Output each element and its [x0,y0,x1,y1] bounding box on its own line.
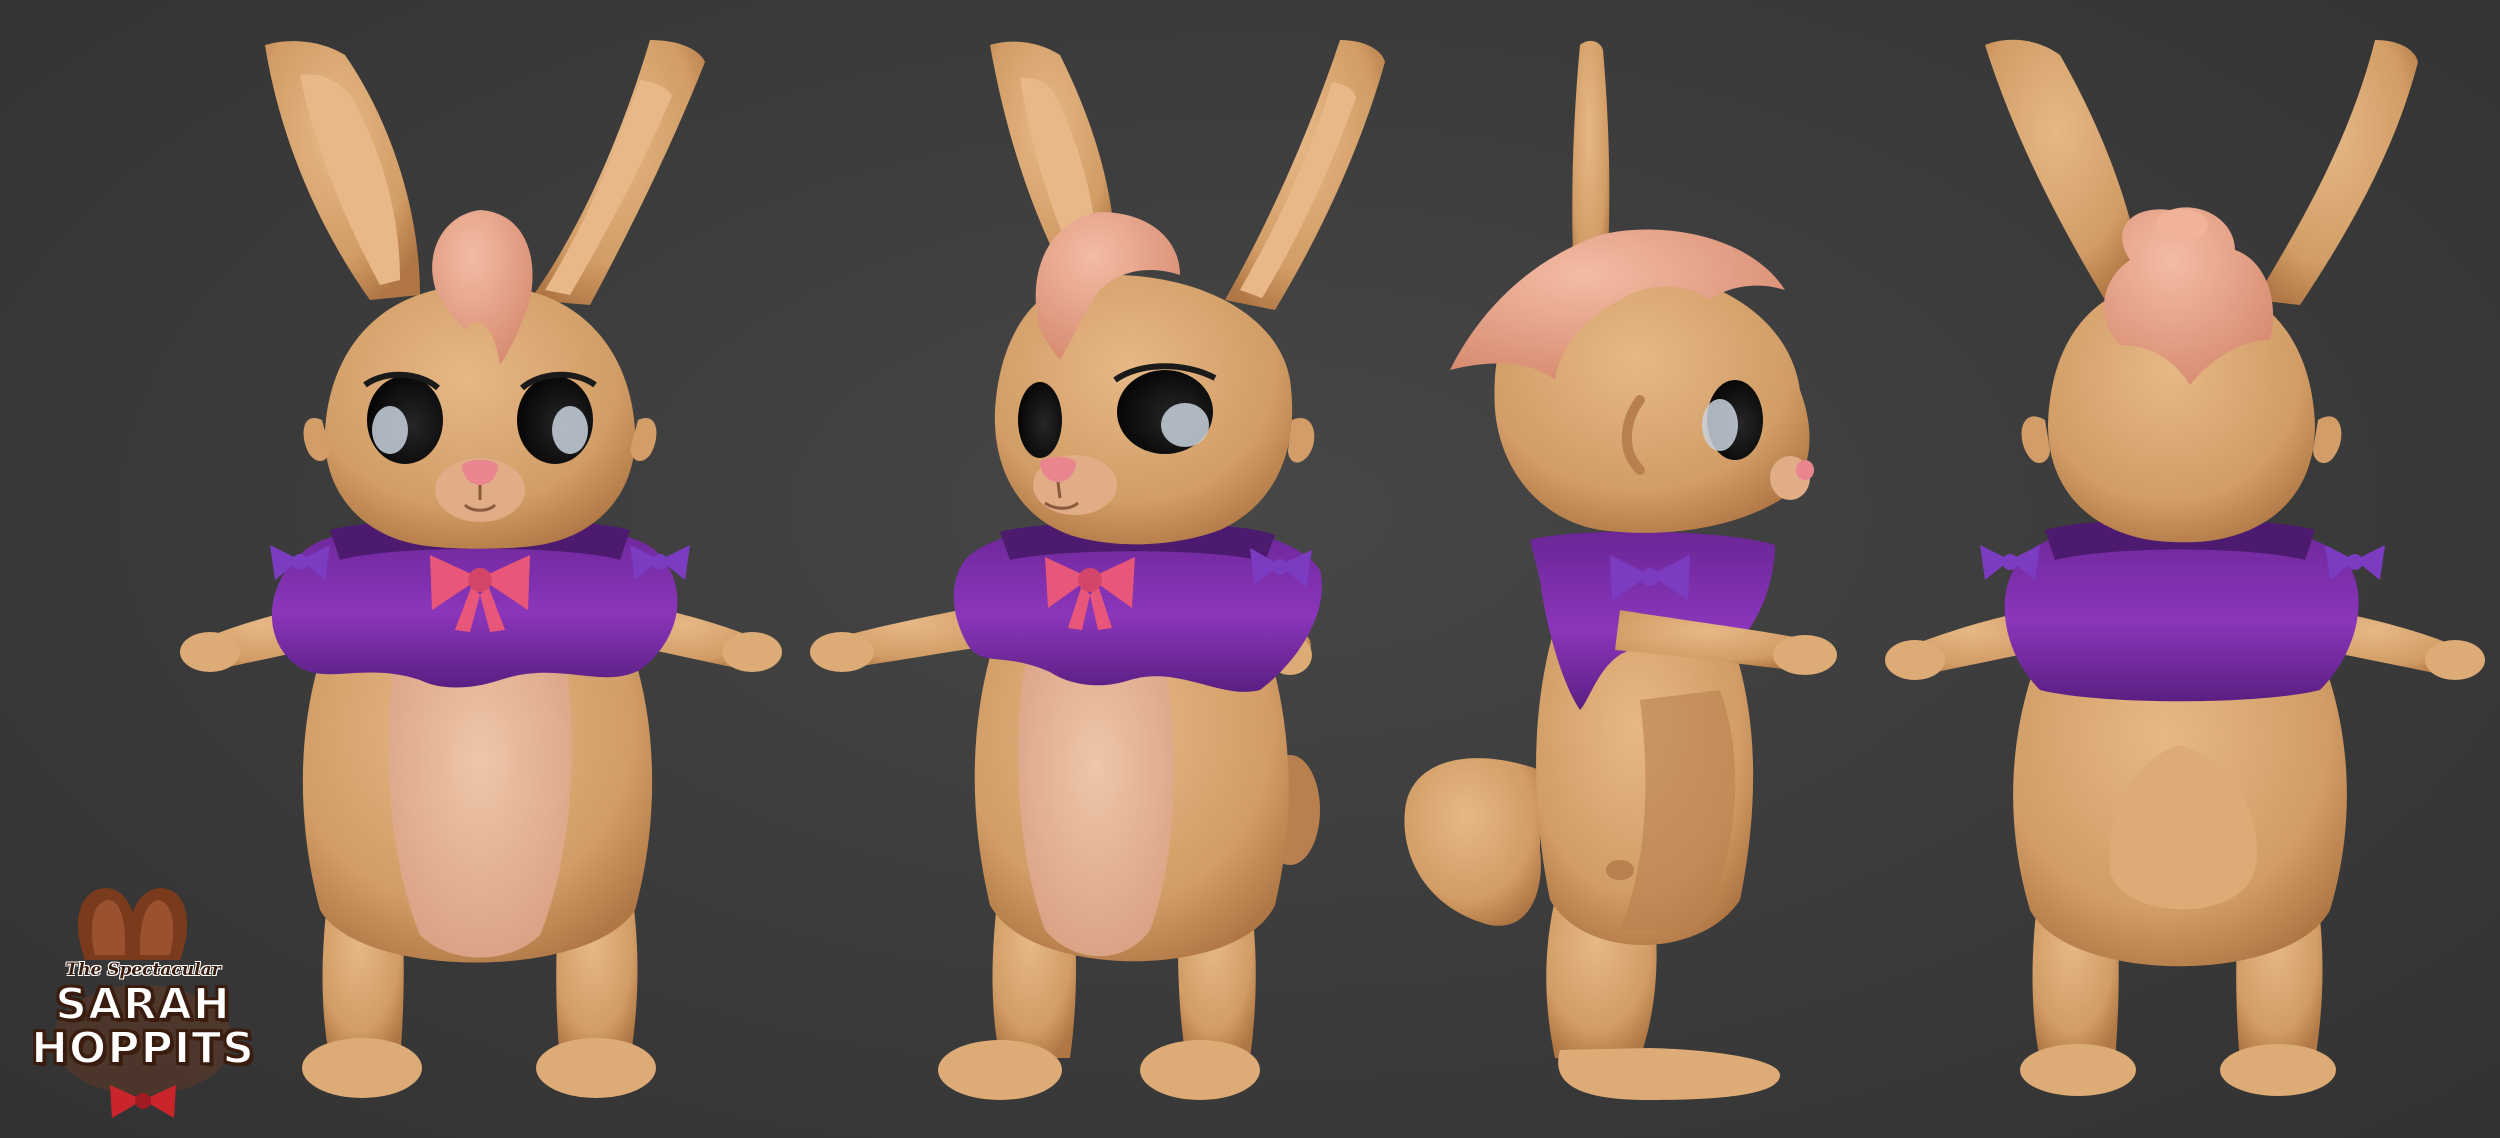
sarah-hoppits-logo: The Spectacular SARAH HOPPITS [28,960,258,1074]
logo-subtitle: The Spectacular [65,960,221,980]
character-turnaround-illustration [53,39,2485,1118]
left-foot [938,1040,1062,1100]
left-ear [1985,39,2145,300]
bunny-side-view [1404,40,1837,1100]
right-foot [1140,1040,1260,1100]
turnaround-canvas: The Spectacular SARAH HOPPITS [0,0,2500,1138]
nose [1796,460,1814,480]
left-shoulder-bow [1980,545,2040,580]
left-foot [2020,1044,2136,1096]
right-foot [2220,1044,2336,1096]
left-eye [1018,382,1062,458]
logo-title-line1: SARAH [54,979,231,1030]
bunny-three-quarter-view [810,40,1385,1100]
right-foot [536,1038,656,1098]
fluffy-tail [1404,758,1541,926]
bunny-front-view [180,40,782,1098]
right-shoulder-bow [2325,545,2385,580]
logo-title-line2: HOPPITS [30,1023,255,1074]
foot [1558,1048,1780,1100]
left-foot [302,1038,422,1098]
bunny-back-view [1885,39,2485,1096]
belly [1018,640,1174,957]
right-ear [2255,40,2418,305]
